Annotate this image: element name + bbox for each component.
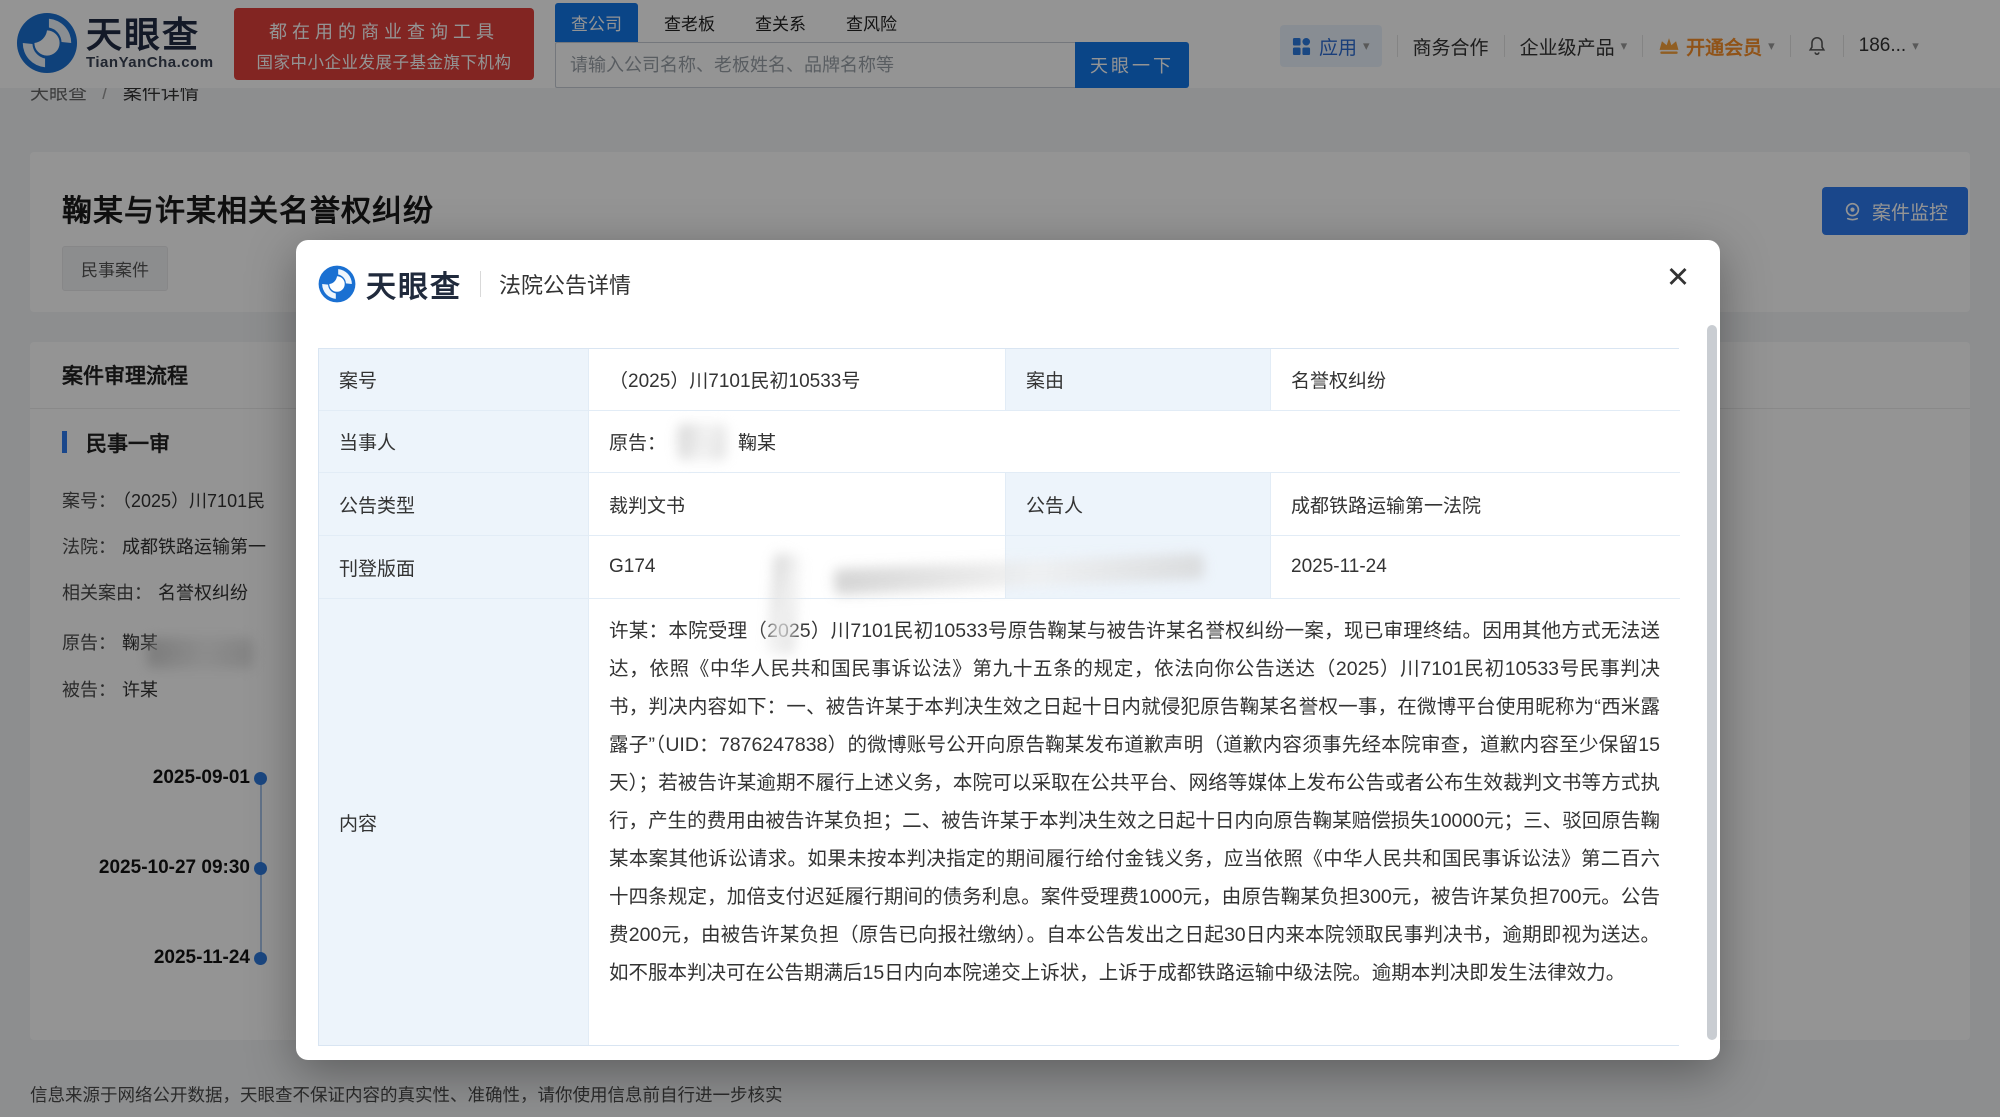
modal-header: 天眼查 法院公告详情 bbox=[318, 256, 631, 312]
table-label-case-no: 案号 bbox=[319, 349, 589, 411]
table-value-cause: 名誉权纠纷 bbox=[1271, 349, 1680, 411]
table-label-page: 刊登版面 bbox=[319, 536, 589, 599]
modal-scrollbar-thumb[interactable] bbox=[1707, 325, 1717, 1040]
table-value-content: 许某：本院受理（2025）川7101民初10533号原告鞠某与被告许某名誉权纠纷… bbox=[589, 599, 1680, 1045]
table-label-type: 公告类型 bbox=[319, 473, 589, 536]
redacted-blur bbox=[678, 424, 726, 460]
table-label-cause: 案由 bbox=[1006, 349, 1271, 411]
announcement-content: 许某：本院受理（2025）川7101民初10533号原告鞠某与被告许某名誉权纠纷… bbox=[609, 612, 1660, 992]
table-value-type: 裁判文书 bbox=[589, 473, 1006, 536]
table-label-content: 内容 bbox=[319, 599, 589, 1045]
table-value-announcer: 成都铁路运输第一法院 bbox=[1271, 473, 1680, 536]
table-value-date: 2025-11-24 bbox=[1271, 536, 1680, 599]
page: 天眼查 TianYanCha.com 都在用的商业查询工具 国家中小企业发展子基… bbox=[0, 0, 2000, 1117]
table-value-party: 原告： 鞠某 bbox=[589, 411, 1680, 473]
table-label-party: 当事人 bbox=[319, 411, 589, 473]
announcement-table: 案号 （2025）川7101民初10533号 案由 名誉权纠纷 当事人 原告： … bbox=[318, 348, 1679, 1046]
table-label-announcer: 公告人 bbox=[1006, 473, 1271, 536]
court-announcement-modal: 天眼查 法院公告详情 ✕ 案号 （2025）川7101民初10533号 案由 名… bbox=[296, 240, 1720, 1060]
modal-title: 法院公告详情 bbox=[499, 268, 631, 300]
modal-brand: 天眼查 bbox=[366, 262, 462, 306]
divider bbox=[480, 271, 481, 297]
table-value-case-no: （2025）川7101民初10533号 bbox=[589, 349, 1006, 411]
logo-swirl-icon bbox=[318, 265, 356, 303]
close-icon[interactable]: ✕ bbox=[1656, 256, 1700, 300]
